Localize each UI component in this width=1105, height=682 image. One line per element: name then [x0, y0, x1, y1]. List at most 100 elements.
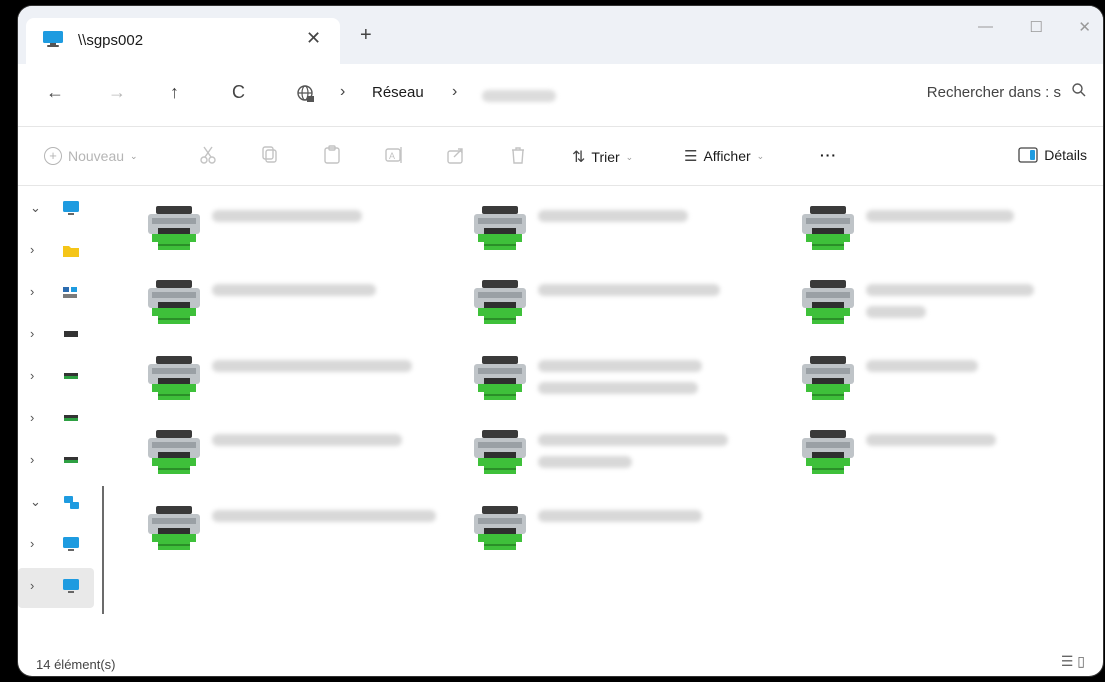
desktop-icon — [63, 201, 79, 215]
breadcrumb-separator: › — [452, 83, 458, 100]
new-button[interactable]: + Nouveau ⌄ — [44, 147, 138, 165]
printer-icon — [474, 280, 526, 324]
drive-icon — [64, 415, 78, 421]
address-bar-row: ← → ↑ C › Réseau › Rechercher dans : s — [18, 64, 1103, 127]
printer-name-blurred — [538, 510, 702, 522]
folder-icon — [63, 246, 79, 257]
chevron-down-icon[interactable]: ⌄ — [30, 200, 41, 216]
printer-item[interactable] — [118, 260, 438, 326]
sidebar-item-network[interactable]: ⌄ — [18, 484, 94, 524]
tab-close-button[interactable]: ✕ — [306, 28, 321, 49]
computer-icon — [63, 579, 79, 593]
rename-icon[interactable]: A — [384, 145, 404, 165]
printer-icon — [148, 506, 200, 550]
chevron-down-icon: ⌄ — [130, 150, 138, 161]
printer-name-blurred — [212, 510, 436, 522]
view-label: Afficher — [703, 148, 751, 164]
cut-icon[interactable] — [198, 145, 218, 165]
sidebar-item-drive[interactable]: › — [18, 442, 94, 482]
printer-item[interactable] — [444, 410, 764, 476]
printer-name-blurred — [538, 434, 728, 446]
sort-button[interactable]: ⇅ Trier ⌄ — [572, 147, 633, 167]
printer-icon — [474, 506, 526, 550]
details-button[interactable]: Détails — [1018, 147, 1087, 163]
sidebar-item-computer[interactable]: › — [18, 526, 94, 566]
maximize-button[interactable]: ☐ — [1030, 18, 1043, 36]
new-tab-button[interactable]: + — [360, 24, 372, 47]
chevron-right-icon[interactable]: › — [30, 242, 34, 257]
sort-icon: ⇅ — [572, 149, 586, 166]
printer-item[interactable] — [772, 336, 1092, 402]
chevron-right-icon[interactable]: › — [30, 326, 34, 341]
printer-icon — [802, 280, 854, 324]
view-list-icon: ☰ — [684, 148, 698, 165]
printer-item[interactable] — [444, 260, 764, 326]
search-icon[interactable] — [1071, 82, 1087, 98]
explorer-window: \\sgps002 ✕ + — ☐ ✕ ← → ↑ C › Réseau › R… — [18, 6, 1103, 676]
copy-icon[interactable] — [260, 145, 280, 165]
printer-item[interactable] — [772, 260, 1092, 326]
sidebar-item-computer[interactable]: › — [18, 568, 94, 608]
printer-name-blurred — [866, 434, 996, 446]
printer-name-blurred — [538, 456, 632, 468]
more-options-button[interactable]: ··· — [820, 147, 837, 163]
tab-bar: \\sgps002 ✕ + — ☐ ✕ — [18, 6, 1103, 64]
drive-icon — [64, 457, 78, 463]
chevron-down-icon[interactable]: ⌄ — [30, 494, 41, 510]
printer-icon — [148, 280, 200, 324]
printer-item[interactable] — [444, 186, 764, 252]
chevron-right-icon[interactable]: › — [30, 536, 34, 551]
details-view-icon[interactable]: ☰ ▯ — [1061, 653, 1085, 670]
printer-item[interactable] — [772, 410, 1092, 476]
tab-title: \\sgps002 — [78, 32, 144, 49]
search-input[interactable]: Rechercher dans : s — [927, 84, 1061, 101]
printer-item[interactable] — [118, 410, 438, 476]
file-list — [118, 186, 1103, 646]
chevron-down-icon: ⌄ — [756, 150, 765, 161]
view-button[interactable]: ☰ Afficher ⌄ — [684, 147, 764, 165]
printer-name-blurred — [538, 360, 702, 372]
forward-button[interactable]: → — [108, 82, 126, 103]
printer-item[interactable] — [444, 486, 764, 552]
network-icon — [64, 496, 79, 509]
chevron-right-icon[interactable]: › — [30, 452, 34, 467]
printer-item[interactable] — [118, 336, 438, 402]
share-icon[interactable] — [446, 145, 466, 165]
printer-icon — [802, 430, 854, 474]
chevron-right-icon[interactable]: › — [30, 578, 34, 593]
printer-item[interactable] — [772, 186, 1092, 252]
sidebar-item-drive[interactable]: › — [18, 316, 94, 356]
refresh-button[interactable]: C — [232, 82, 245, 103]
printer-item[interactable] — [444, 336, 764, 402]
item-count: 14 élément(s) — [36, 657, 116, 672]
minimize-button[interactable]: — — [978, 18, 993, 35]
drive-icon — [64, 373, 78, 379]
chevron-right-icon[interactable]: › — [30, 410, 34, 425]
sidebar-item-gallery[interactable]: › — [18, 274, 94, 314]
network-globe-icon[interactable] — [296, 84, 316, 104]
tab-sgps002[interactable]: \\sgps002 ✕ — [26, 18, 340, 64]
delete-icon[interactable] — [508, 145, 528, 165]
printer-name-blurred — [212, 434, 402, 446]
sidebar-item-desktop[interactable]: ⌄ — [18, 190, 94, 230]
printer-name-blurred — [212, 210, 362, 222]
printer-item[interactable] — [118, 486, 438, 552]
monitor-icon — [43, 31, 63, 47]
navigation-pane: ⌄ › › › › › › ⌄ › › — [18, 186, 98, 646]
breadcrumb-reseau[interactable]: Réseau — [372, 84, 424, 101]
sidebar-item-drive[interactable]: › — [18, 358, 94, 398]
sort-label: Trier — [591, 149, 620, 165]
up-button[interactable]: ↑ — [170, 82, 179, 103]
paste-icon[interactable] — [322, 145, 342, 165]
details-pane-icon — [1018, 147, 1038, 163]
breadcrumb-server-blurred[interactable] — [482, 90, 556, 102]
sidebar-item-drive[interactable]: › — [18, 400, 94, 440]
printer-name-blurred — [212, 360, 412, 372]
back-button[interactable]: ← — [46, 82, 64, 103]
printer-name-blurred — [538, 382, 698, 394]
chevron-right-icon[interactable]: › — [30, 284, 34, 299]
printer-item[interactable] — [118, 186, 438, 252]
sidebar-item-folder[interactable]: › — [18, 232, 94, 272]
chevron-right-icon[interactable]: › — [30, 368, 34, 383]
window-close-button[interactable]: ✕ — [1078, 18, 1091, 36]
